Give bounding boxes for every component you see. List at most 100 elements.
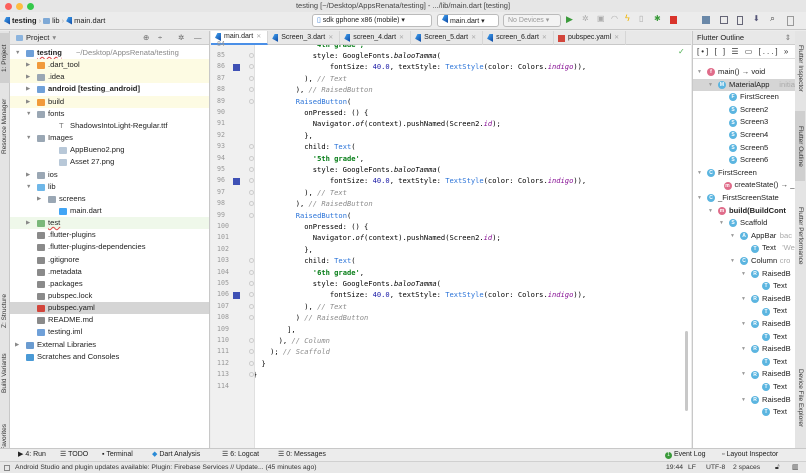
lock-icon[interactable]: 🔓︎ — [775, 462, 779, 473]
tree-item[interactable]: pubspec.yaml — [10, 302, 209, 315]
outline-item[interactable]: ▼ R RaisedB — [693, 394, 796, 407]
outline-item[interactable]: T Text — [693, 356, 796, 369]
fold-marker-icon[interactable] — [249, 87, 254, 93]
expand-arrow-icon[interactable]: ▼ — [741, 368, 746, 381]
logcat-tool-button[interactable]: ☰ 6: Logcat — [222, 449, 259, 461]
fold-marker-icon[interactable] — [249, 166, 254, 172]
stop-icon[interactable] — [670, 16, 677, 24]
expand-arrow-icon[interactable]: ▼ — [730, 230, 735, 243]
outline-item[interactable]: T Text — [693, 406, 796, 419]
outline-item[interactable]: T Text — [693, 331, 796, 344]
outline-item[interactable]: ▼ R RaisedB — [693, 318, 796, 331]
fold-marker-icon[interactable] — [249, 337, 254, 343]
outline-item[interactable]: ▼ S Scaffold — [693, 217, 796, 230]
resource-manager-tab[interactable]: Resource Manager — [0, 91, 10, 161]
expand-all-icon[interactable]: ⇕ — [785, 31, 791, 45]
avd-manager-icon[interactable] — [720, 16, 728, 24]
flutter-inspector-tab[interactable]: Flutter Inspector — [795, 33, 805, 103]
outline-item[interactable]: ▼ R RaisedB — [693, 368, 796, 381]
expand-arrow-icon[interactable]: ▼ — [741, 318, 746, 331]
run-tool-button[interactable]: ▶ 4: Run — [18, 449, 46, 461]
expand-arrow-open-icon[interactable]: ▼ — [26, 132, 31, 144]
fold-marker-icon[interactable] — [249, 349, 254, 355]
fold-marker-icon[interactable] — [249, 212, 254, 218]
maximize-window-button[interactable] — [27, 2, 34, 10]
tree-item[interactable]: T ShadowsIntoLight-Regular.ttf — [10, 120, 209, 132]
editor-tab[interactable]: pubspec.yaml ✕ — [554, 31, 627, 45]
tree-item[interactable]: ▼ fonts — [10, 108, 209, 120]
expand-arrow-icon[interactable]: ▼ — [697, 192, 702, 205]
outline-item[interactable]: F FirstScreen — [693, 91, 796, 104]
fold-marker-icon[interactable] — [249, 201, 254, 207]
expand-arrow-icon[interactable]: ▼ — [741, 293, 746, 306]
project-view-selector[interactable]: Project — [26, 33, 49, 42]
close-tab-icon[interactable]: ✕ — [328, 31, 333, 45]
run-icon[interactable]: ▶ — [566, 14, 575, 24]
outline-item[interactable]: T Text — [693, 381, 796, 394]
editor-tab[interactable]: Screen_5.dart ✕ — [411, 31, 484, 45]
tree-item[interactable]: .metadata — [10, 266, 209, 278]
outline-item[interactable]: S Screen5 — [693, 142, 796, 155]
outline-item[interactable]: m createState() → _ — [693, 179, 796, 192]
outline-item[interactable]: ▼ C _FirstScreenState — [693, 192, 796, 205]
outline-item[interactable]: S Screen4 — [693, 129, 796, 142]
outline-item[interactable]: ▼ R RaisedB — [693, 268, 796, 281]
tree-item[interactable]: ▼ Images — [10, 132, 209, 144]
debug-icon[interactable]: ✲ — [582, 14, 591, 23]
color-swatch-icon[interactable] — [233, 177, 240, 185]
fold-marker-icon[interactable] — [249, 98, 254, 104]
line-separator[interactable]: LF — [688, 462, 696, 473]
color-swatch-icon[interactable] — [233, 63, 240, 71]
fold-marker-icon[interactable] — [249, 155, 254, 161]
device-manager-icon[interactable] — [737, 16, 743, 25]
expand-arrow-icon[interactable]: ▼ — [697, 66, 702, 79]
fold-marker-icon[interactable] — [249, 269, 254, 275]
status-message[interactable]: Android Studio and plugin updates availa… — [15, 462, 317, 473]
search-icon[interactable]: ⌕ — [770, 13, 779, 23]
run-config-selector[interactable]: main.dart ▾ — [437, 14, 499, 27]
tree-item[interactable]: README.md — [10, 314, 209, 326]
outline-item[interactable]: S Screen2 — [693, 104, 796, 117]
tree-item[interactable]: ▶ External Libraries — [10, 339, 209, 351]
expand-arrow-icon[interactable]: ▼ — [719, 217, 724, 230]
layout-inspector-button[interactable]: ▫ Layout Inspector — [722, 449, 778, 461]
tree-item[interactable]: ▼ lib — [10, 181, 209, 193]
close-tab-icon[interactable]: ✕ — [542, 31, 547, 45]
fold-marker-icon[interactable] — [249, 178, 254, 184]
layout-icon[interactable] — [787, 16, 794, 26]
minimize-window-button[interactable] — [16, 2, 23, 10]
structure-tab[interactable]: Z: Structure — [0, 286, 10, 336]
expand-arrow-icon[interactable]: ▼ — [708, 79, 713, 92]
tree-item[interactable]: .packages — [10, 278, 209, 290]
tree-item[interactable]: .flutter-plugins — [10, 229, 209, 241]
profile-icon[interactable]: ◠ — [611, 14, 620, 23]
expand-arrow-closed-icon[interactable]: ▶ — [26, 169, 30, 181]
tree-item[interactable]: pubspec.lock — [10, 290, 209, 302]
outline-item[interactable]: ▼ f main() → void — [693, 66, 796, 79]
close-tab-icon[interactable]: ✕ — [399, 31, 404, 45]
attach-debugger-icon[interactable]: ✱ — [654, 14, 663, 23]
tree-item[interactable]: ▶ android [testing_android] — [10, 83, 209, 95]
tree-item[interactable]: .flutter-plugins-dependencies — [10, 241, 209, 253]
outline-item[interactable]: ▼ C Column cro — [693, 255, 796, 268]
expand-arrow-closed-icon[interactable]: ▶ — [26, 59, 30, 71]
fold-marker-icon[interactable] — [249, 64, 254, 70]
fold-marker-icon[interactable] — [249, 258, 254, 264]
coverage-icon[interactable]: ▣ — [597, 14, 606, 23]
tree-item[interactable]: Asset 27.png — [10, 156, 209, 168]
locate-icon[interactable]: ⊕ — [143, 33, 149, 42]
expand-arrow-icon[interactable]: ▼ — [730, 255, 735, 268]
build-variants-tab[interactable]: Build Variants — [0, 346, 10, 401]
hot-reload-icon[interactable]: ϟ — [625, 13, 634, 23]
fold-marker-icon[interactable] — [249, 280, 254, 286]
fold-marker-icon[interactable] — [249, 303, 254, 309]
breadcrumb-project[interactable]: testing — [12, 16, 37, 25]
project-structure-icon[interactable] — [702, 16, 710, 24]
color-swatch-icon[interactable] — [233, 291, 240, 299]
messages-tool-button[interactable]: ☰ 0: Messages — [278, 449, 326, 461]
dart-analysis-tool-button[interactable]: ◆ Dart Analysis — [152, 449, 200, 461]
expand-arrow-icon[interactable]: ▼ — [741, 394, 746, 407]
outline-item[interactable]: T Text — [693, 305, 796, 318]
expand-arrow-closed-icon[interactable]: ▶ — [26, 83, 30, 95]
close-tab-icon[interactable]: ✕ — [471, 31, 476, 45]
